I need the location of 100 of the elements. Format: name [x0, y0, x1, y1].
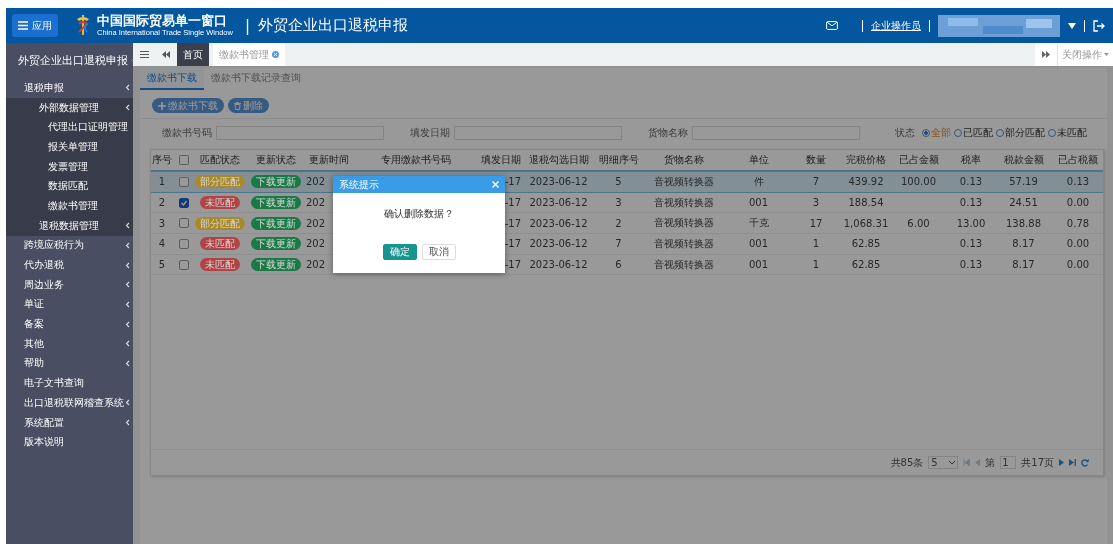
- app-menu-button[interactable]: 应用: [12, 14, 58, 37]
- previous-page-icon[interactable]: [975, 459, 981, 466]
- column-header: 更新时间: [307, 153, 350, 167]
- close-icon[interactable]: [272, 51, 279, 58]
- table-cell: 2023-06-12: [529, 197, 588, 209]
- menu-icon[interactable]: [139, 51, 149, 58]
- table-cell: 0.13: [959, 197, 983, 209]
- sidebar-item[interactable]: 跨境应税行为: [6, 235, 133, 256]
- page-count: 共17页: [1021, 455, 1054, 470]
- title-separator: |: [244, 16, 250, 35]
- table-cell: 202: [306, 217, 326, 229]
- table-cell: 音视频转换器: [653, 195, 714, 210]
- sidebar-item[interactable]: 电子文书查询: [6, 373, 133, 393]
- table-cell: 188.54: [848, 197, 884, 209]
- user-role-link[interactable]: 企业操作员: [871, 18, 921, 33]
- page-size-select[interactable]: 5: [928, 456, 959, 469]
- next-page-icon[interactable]: [1059, 459, 1064, 466]
- status-tag: 下载更新: [251, 196, 301, 210]
- table-cell: 7: [615, 238, 622, 250]
- sidebar-title[interactable]: 外贸企业出口退税申报: [6, 43, 133, 78]
- sidebar-item[interactable]: 发票管理: [6, 156, 133, 177]
- table-cell: 17: [809, 217, 823, 229]
- checkbox[interactable]: [178, 259, 189, 270]
- table-cell: 件: [753, 174, 764, 189]
- fast-forward-icon[interactable]: [1042, 51, 1050, 58]
- page-input[interactable]: 1: [1000, 456, 1017, 469]
- table-cell: 4: [158, 238, 166, 250]
- column-header: 明细序号: [597, 153, 640, 167]
- checkbox[interactable]: [178, 197, 189, 208]
- table-cell: 439.92: [848, 176, 884, 188]
- rewind-icon[interactable]: [162, 51, 170, 58]
- table-cell: 3: [158, 217, 166, 229]
- dropdown-caret-icon[interactable]: [1068, 22, 1076, 29]
- table-cell: 1: [812, 238, 820, 250]
- table-cell: 202: [306, 176, 326, 188]
- sidebar-item[interactable]: 代理出口证明管理: [6, 117, 133, 138]
- sidebar-item[interactable]: 备案: [6, 314, 133, 334]
- logout-icon[interactable]: [1093, 19, 1105, 32]
- column-header: 序号: [151, 153, 173, 167]
- sidebar-item[interactable]: 退税数据管理: [6, 215, 133, 236]
- table-cell: 2: [615, 217, 622, 229]
- sidebar-item[interactable]: 报关单管理: [6, 137, 133, 157]
- table-cell: 001: [748, 197, 769, 209]
- table-cell: 100.00: [901, 176, 936, 188]
- sidebar-item[interactable]: 外部数据管理: [6, 97, 133, 118]
- column-header: 更新状态: [255, 153, 297, 167]
- table-cell: 202: [306, 238, 326, 250]
- sidebar-item[interactable]: 数据匹配: [6, 176, 133, 197]
- chevron-left-icon: [125, 419, 130, 427]
- checkbox[interactable]: [178, 176, 189, 187]
- table-cell: -17: [504, 259, 521, 271]
- status-tag: 部分匹配: [195, 175, 245, 189]
- status-radio[interactable]: 未匹配: [1048, 126, 1087, 140]
- status-radio[interactable]: 部分匹配: [996, 126, 1045, 140]
- table-cell: 2023-06-12: [529, 238, 588, 250]
- sidebar-item[interactable]: 版本说明: [6, 432, 133, 453]
- chevron-left-icon: [125, 359, 130, 367]
- cancel-button[interactable]: 取消: [421, 244, 456, 260]
- confirm-button[interactable]: 确定: [382, 244, 417, 260]
- chevron-left-icon: [125, 320, 130, 328]
- close-icon[interactable]: [492, 181, 499, 188]
- status-label: 状态: [895, 126, 915, 140]
- sidebar-item[interactable]: 帮助: [6, 353, 133, 374]
- table-cell: 0.13: [959, 176, 983, 188]
- page-tab[interactable]: 首页: [177, 43, 209, 66]
- table-cell: 3: [812, 197, 820, 209]
- table-cell: 0.00: [1066, 259, 1090, 271]
- table-cell: 6.00: [907, 217, 930, 229]
- table-cell: 2023-06-12: [529, 176, 588, 188]
- sidebar-item[interactable]: 代办退税: [6, 255, 133, 275]
- sidebar-item[interactable]: 系统配置: [6, 412, 133, 433]
- sidebar-item[interactable]: 出口退税联网稽查系统: [6, 393, 133, 413]
- table-cell: 001: [748, 259, 769, 271]
- status-radio[interactable]: 已匹配: [954, 126, 993, 140]
- table-cell: 音视频转换器: [653, 257, 714, 272]
- chevron-left-icon: [125, 241, 130, 249]
- chevron-left-icon: [125, 222, 130, 230]
- sidebar-item[interactable]: 其他: [6, 333, 133, 354]
- last-page-icon[interactable]: [1069, 459, 1076, 466]
- sidebar-item[interactable]: 退税申报: [6, 78, 133, 98]
- table-cell: 0.00: [1066, 197, 1090, 209]
- refresh-icon[interactable]: [1081, 458, 1089, 467]
- table-cell: 24.51: [1009, 197, 1038, 209]
- checkbox[interactable]: [178, 218, 189, 229]
- sidebar-item[interactable]: 周边业务: [6, 274, 133, 295]
- sidebar-item[interactable]: 单证: [6, 294, 133, 315]
- sidebar-item[interactable]: 缴款书管理: [6, 196, 133, 216]
- page-label: 第: [985, 455, 996, 470]
- table-cell: 001: [748, 238, 769, 250]
- first-page-icon[interactable]: [963, 459, 971, 466]
- chevron-left-icon: [125, 261, 130, 269]
- mail-icon[interactable]: [826, 21, 838, 30]
- table-cell: 千克: [748, 216, 769, 231]
- checkbox[interactable]: [178, 238, 189, 249]
- checkbox[interactable]: [178, 155, 189, 165]
- status-tag: 下载更新: [251, 237, 301, 251]
- table-cell: 3: [615, 197, 622, 209]
- table-cell: -17: [504, 217, 521, 229]
- column-header: 税款金额: [1002, 153, 1045, 167]
- table-cell: 2023-06-12: [529, 217, 588, 229]
